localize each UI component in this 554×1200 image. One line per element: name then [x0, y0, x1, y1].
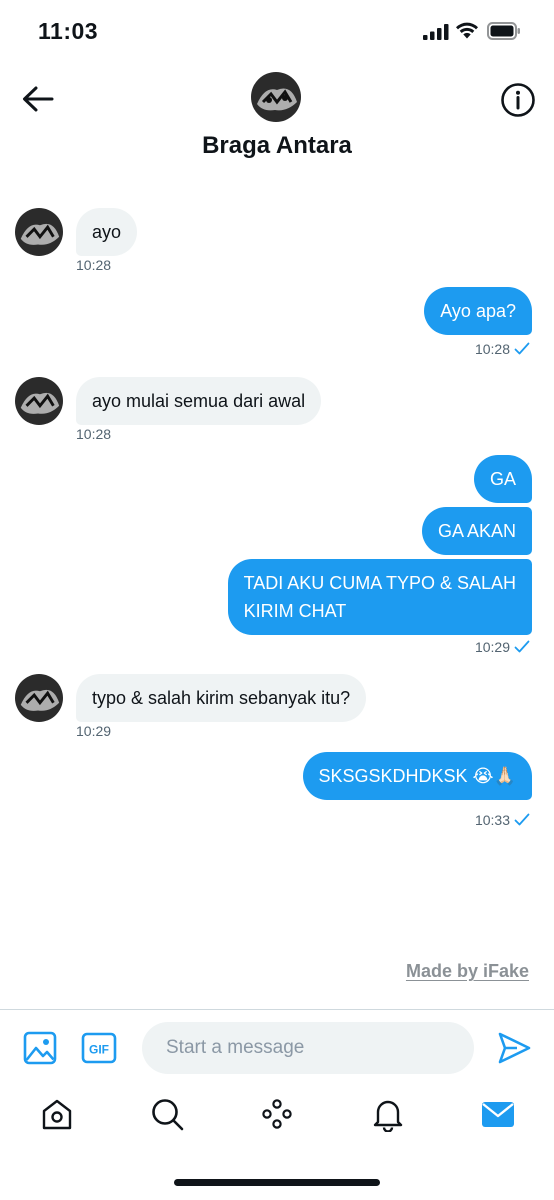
message-avatar[interactable]: [15, 674, 63, 722]
status-bar: 11:03: [0, 0, 554, 64]
avatar-image: [15, 377, 63, 425]
signal-icon: [423, 24, 449, 40]
spaces-icon[interactable]: [259, 1096, 295, 1132]
incoming-message-bubble[interactable]: ayo mulai semua dari awal: [76, 377, 322, 425]
incoming-message-bubble[interactable]: ayo: [76, 208, 138, 256]
message-timestamp: 10:33: [474, 812, 510, 828]
sent-check-icon: [514, 813, 530, 826]
message-avatar[interactable]: [15, 377, 63, 425]
outgoing-message-bubble[interactable]: GA: [473, 455, 532, 503]
home-indicator: [174, 1179, 380, 1186]
message-status: 10:28: [475, 341, 530, 357]
message-timestamp: 10:29: [474, 639, 510, 655]
watermark: Made by iFake: [405, 961, 529, 981]
message-timestamp: 10:28: [474, 341, 510, 357]
search-icon[interactable]: [149, 1096, 185, 1132]
conversation-header: Braga Antara: [0, 64, 554, 174]
contact-name[interactable]: Braga Antara: [0, 132, 554, 160]
gif-icon[interactable]: GIF: [81, 1032, 117, 1064]
outgoing-message-bubble[interactable]: TADI AKU CUMA TYPO & SALAH KIRIM CHAT: [227, 559, 532, 635]
message-timestamp: 10:29: [76, 723, 112, 739]
gif-label: GIF: [89, 1043, 109, 1057]
message-timestamp: 10:28: [76, 257, 112, 273]
back-arrow-icon[interactable]: [20, 84, 56, 114]
dm-conversation-screen: 11:03 Braga Antara ayo 10:28 Ayo apa? 10…: [0, 0, 554, 1200]
message-status: 10:33: [475, 812, 530, 828]
battery-icon: [487, 22, 520, 40]
contact-avatar[interactable]: [251, 72, 301, 122]
message-status: 10:29: [475, 639, 530, 655]
avatar-image: [251, 72, 301, 122]
message-input[interactable]: [142, 1022, 474, 1074]
notifications-icon[interactable]: [370, 1096, 406, 1132]
message-avatar[interactable]: [15, 208, 63, 256]
home-icon[interactable]: [39, 1096, 75, 1132]
send-icon[interactable]: [496, 1030, 532, 1066]
composer-divider: [0, 1009, 554, 1010]
outgoing-message-bubble[interactable]: Ayo apa?: [424, 287, 532, 335]
incoming-message-bubble[interactable]: typo & salah kirim sebanyak itu?: [76, 674, 367, 722]
image-icon[interactable]: [22, 1030, 58, 1066]
sent-check-icon: [514, 640, 530, 653]
info-icon[interactable]: [500, 82, 536, 118]
outgoing-message-bubble[interactable]: SKSGSKDHDKSK 😭🙏🏻: [302, 752, 532, 800]
wifi-icon: [456, 22, 478, 39]
messages-icon[interactable]: [480, 1096, 516, 1132]
message-timestamp: 10:28: [76, 426, 112, 442]
sent-check-icon: [514, 342, 530, 355]
avatar-image: [15, 208, 63, 256]
status-time: 11:03: [38, 18, 99, 44]
outgoing-message-bubble[interactable]: GA AKAN: [421, 507, 532, 555]
avatar-image: [15, 674, 63, 722]
